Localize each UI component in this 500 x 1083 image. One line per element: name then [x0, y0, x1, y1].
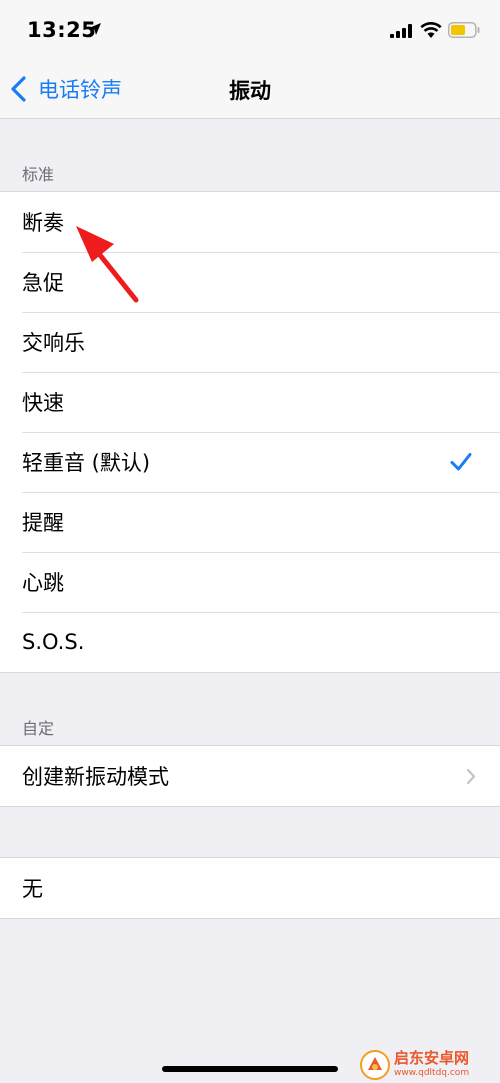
vibration-option-sos[interactable]: S.O.S.	[0, 612, 500, 672]
option-label: 无	[22, 877, 43, 901]
watermark-url: www.qdltdq.com	[394, 1068, 470, 1078]
location-arrow-icon	[89, 23, 101, 35]
custom-vibration-list: 创建新振动模式	[0, 745, 500, 807]
wifi-icon	[420, 22, 442, 38]
create-new-vibration-button[interactable]: 创建新振动模式	[0, 746, 500, 806]
vibration-option-accent-default[interactable]: 轻重音 (默认)	[0, 432, 500, 492]
none-vibration-list: 无	[0, 857, 500, 919]
vibration-option-symphony[interactable]: 交响乐	[0, 312, 500, 372]
status-bar: 13:25	[0, 0, 500, 60]
vibration-option-alert[interactable]: 提醒	[0, 492, 500, 552]
home-indicator[interactable]	[162, 1066, 338, 1072]
section-header-custom: 自定	[22, 719, 55, 738]
watermark-text: 启东安卓网 www.qdltdq.com	[394, 1051, 469, 1078]
option-label: 断奏	[22, 211, 64, 235]
cellular-signal-icon	[390, 24, 412, 38]
navigation-bar: 电话铃声 振动	[0, 60, 500, 119]
watermark: 启东安卓网 www.qdltdq.com	[360, 1046, 500, 1083]
watermark-logo-icon	[360, 1049, 390, 1080]
vibration-option-none[interactable]: 无	[0, 858, 500, 918]
option-label: 心跳	[22, 571, 64, 595]
chevron-right-icon	[466, 768, 476, 785]
status-time: 13:25	[27, 18, 97, 42]
vibration-option-heartbeat[interactable]: 心跳	[0, 552, 500, 612]
option-label: 创建新振动模式	[22, 765, 169, 789]
annotation-arrow-icon	[76, 226, 139, 303]
checkmark-icon	[450, 453, 472, 471]
option-label: 交响乐	[22, 331, 85, 355]
battery-icon	[448, 22, 480, 38]
page-title: 振动	[229, 79, 271, 103]
option-label: S.O.S.	[22, 630, 85, 654]
vibration-option-quick[interactable]: 快速	[0, 372, 500, 432]
watermark-name: 启东安卓网	[394, 1049, 470, 1067]
option-label: 提醒	[22, 511, 64, 535]
section-header-standard: 标准	[22, 165, 55, 184]
option-label: 轻重音 (默认)	[22, 451, 151, 475]
option-label: 快速	[22, 391, 64, 415]
option-label: 急促	[22, 271, 64, 295]
